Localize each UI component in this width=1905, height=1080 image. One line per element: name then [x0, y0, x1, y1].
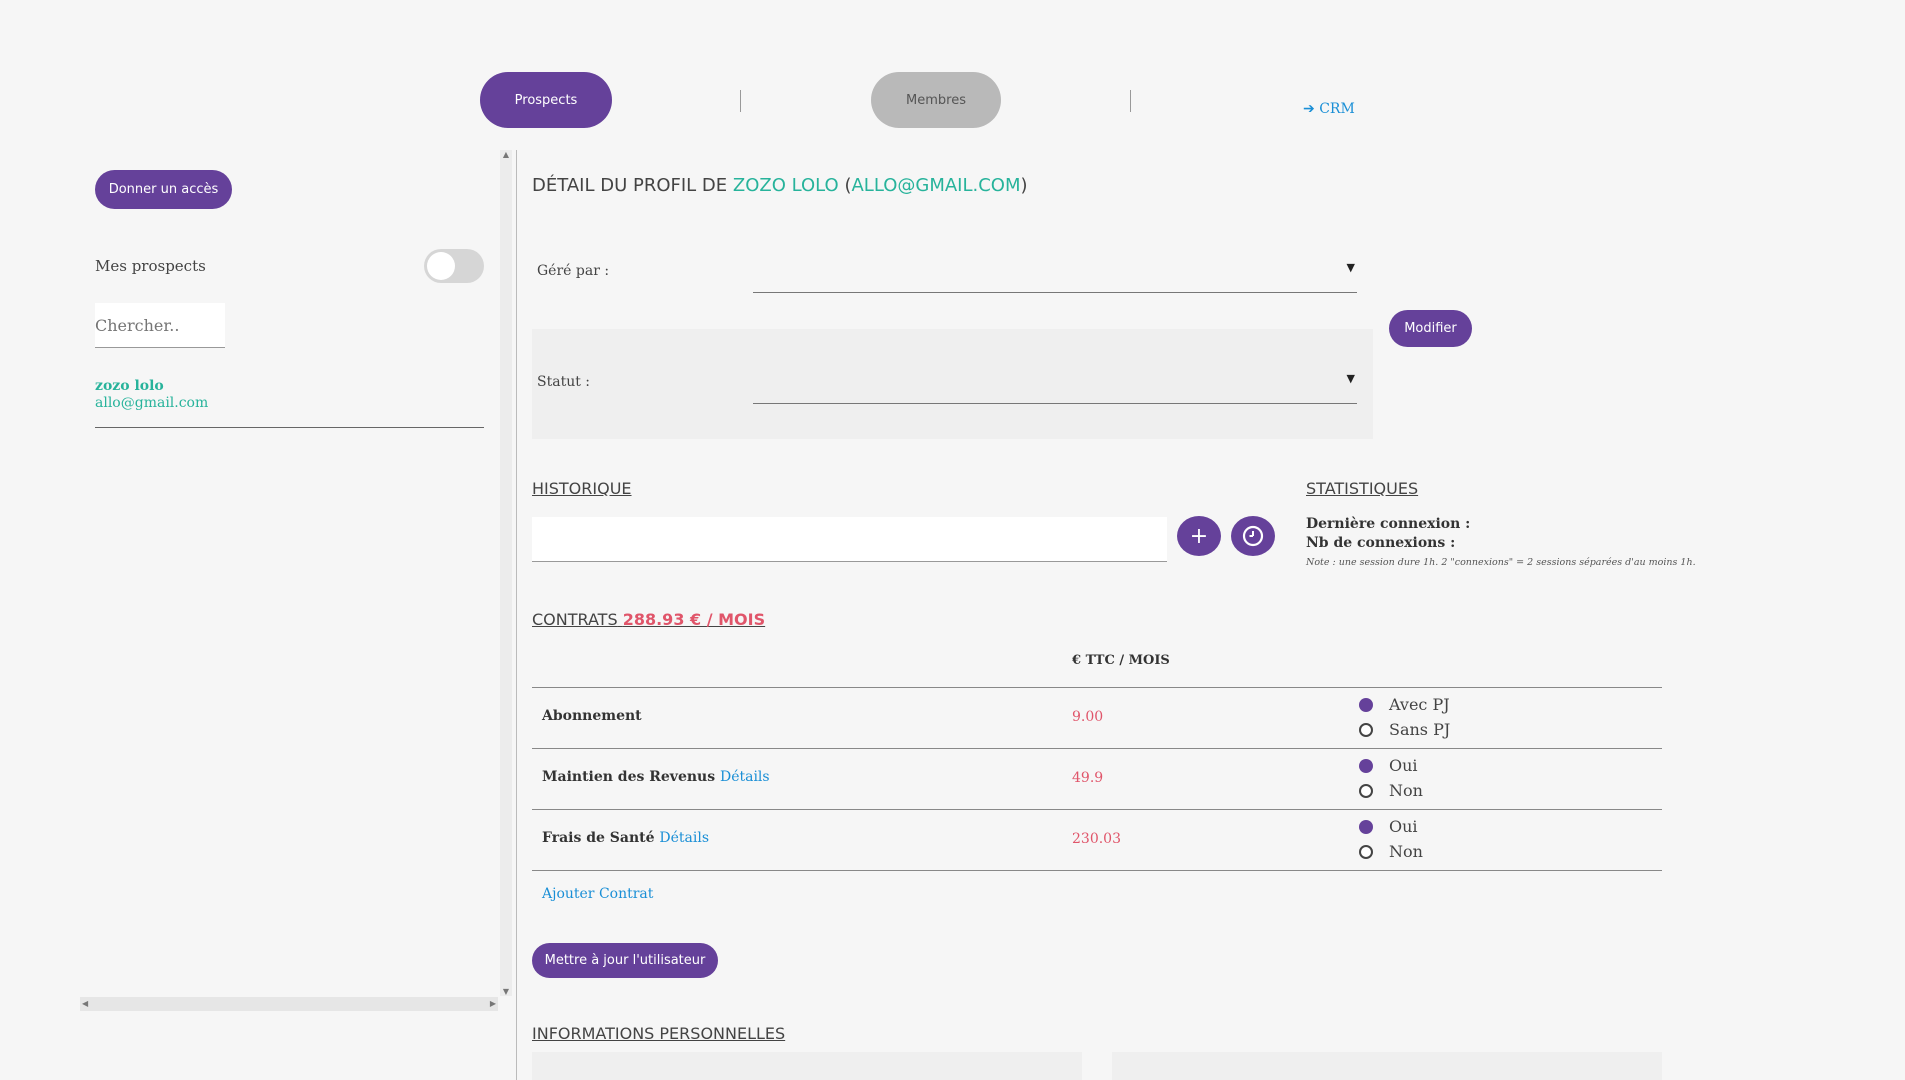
title-close-paren: )	[1020, 175, 1028, 196]
tab-membres[interactable]: Membres	[871, 72, 1001, 128]
prospect-list-item[interactable]: zozo lolo allo@gmail.com	[95, 378, 484, 428]
radio-oui[interactable]	[1359, 759, 1373, 773]
connections-note: Note : une session dure 1h. 2 "connexion…	[1306, 557, 1696, 568]
statistiques-title: STATISTIQUES	[1306, 479, 1419, 498]
status-select[interactable]: ▼	[753, 366, 1357, 404]
give-access-label: Donner un accès	[108, 182, 219, 197]
status-label: Statut :	[537, 374, 590, 390]
scroll-right-arrow[interactable]: ▶	[490, 997, 496, 1011]
profile-name: ZOZO LOLO	[732, 175, 839, 196]
contract-label-text: Frais de Santé	[542, 830, 655, 846]
radio-non[interactable]	[1359, 845, 1373, 859]
contrats-title: CONTRATS 288.93 € / MOIS	[532, 610, 765, 629]
update-user-label: Mettre à jour l'utilisateur	[544, 953, 706, 968]
search-input[interactable]	[95, 303, 225, 348]
contract-details-link[interactable]: Détails	[659, 830, 709, 846]
historique-title: HISTORIQUE	[532, 479, 632, 498]
radio-sans-pj[interactable]	[1359, 723, 1373, 737]
history-input[interactable]	[532, 517, 1167, 562]
manager-select[interactable]: ▼	[753, 255, 1357, 293]
radio-avec-pj[interactable]	[1359, 698, 1373, 712]
radio-label: Oui	[1389, 756, 1418, 775]
modify-label: Modifier	[1404, 321, 1457, 336]
contracts-table-divider	[532, 809, 1662, 810]
last-connection-label: Dernière connexion :	[1306, 516, 1471, 532]
clock-icon	[1242, 525, 1264, 547]
tab-prospects-label: Prospects	[514, 92, 578, 108]
radio-non[interactable]	[1359, 784, 1373, 798]
arrow-right-icon: ➔	[1303, 101, 1315, 117]
infos-panel-left	[532, 1052, 1082, 1080]
contrats-total: 288.93 € / MOIS	[622, 610, 766, 629]
my-prospects-toggle[interactable]	[424, 249, 484, 283]
chevron-down-icon: ▼	[1346, 372, 1355, 385]
panel-divider	[516, 150, 517, 1080]
toggle-knob	[427, 252, 455, 280]
infos-panel-right	[1112, 1052, 1662, 1080]
radio-label: Sans PJ	[1389, 720, 1451, 739]
my-prospects-label: Mes prospects	[95, 257, 206, 275]
give-access-button[interactable]: Donner un accès	[95, 170, 232, 209]
profile-email: ALLO@GMAIL.COM	[851, 175, 1021, 196]
tab-membres-label: Membres	[906, 92, 966, 108]
sidebar-horizontal-scrollbar[interactable]: ◀ ▶	[80, 997, 498, 1011]
prospect-name: zozo lolo	[95, 378, 164, 394]
contract-label: Abonnement	[542, 708, 642, 724]
tab-prospects[interactable]: Prospects	[480, 72, 612, 128]
radio-label: Non	[1389, 781, 1423, 800]
add-contract-link[interactable]: Ajouter Contrat	[542, 886, 653, 902]
scroll-up-arrow[interactable]: ▲	[500, 150, 512, 159]
chevron-down-icon: ▼	[1346, 261, 1355, 274]
sidebar-vertical-scrollbar[interactable]: ▲ ▼	[500, 150, 512, 996]
contract-details-link[interactable]: Détails	[720, 769, 770, 785]
nb-connections-label: Nb de connexions :	[1306, 535, 1456, 551]
contrats-title-label: CONTRATS	[532, 610, 618, 629]
nav-divider	[740, 90, 741, 112]
contract-value: 9.00	[1072, 709, 1104, 725]
radio-label: Oui	[1389, 817, 1418, 836]
crm-link[interactable]: ➔ CRM	[1303, 101, 1355, 117]
contract-label: Frais de Santé Détails	[542, 830, 709, 846]
contract-value: 230.03	[1072, 831, 1121, 847]
scroll-left-arrow[interactable]: ◀	[82, 997, 88, 1011]
contracts-table-divider	[532, 870, 1662, 871]
contract-label-text: Maintien des Revenus	[542, 769, 716, 785]
contracts-column-header: € TTC / MOIS	[1072, 653, 1170, 668]
contract-label: Maintien des Revenus Détails	[542, 769, 770, 785]
infos-title: INFORMATIONS PERSONNELLES	[532, 1024, 786, 1043]
radio-label: Non	[1389, 842, 1423, 861]
radio-oui[interactable]	[1359, 820, 1373, 834]
contracts-table-divider	[532, 748, 1662, 749]
prospect-email: allo@gmail.com	[95, 395, 209, 411]
crm-link-label: CRM	[1319, 101, 1355, 117]
scroll-down-arrow[interactable]: ▼	[500, 987, 512, 996]
page-title: DÉTAIL DU PROFIL DE ZOZO LOLO (ALLO@GMAI…	[532, 175, 1028, 196]
radio-label: Avec PJ	[1389, 695, 1450, 714]
page-title-prefix: DÉTAIL DU PROFIL DE	[532, 175, 728, 196]
contract-value: 49.9	[1072, 770, 1104, 786]
contracts-table-divider	[532, 687, 1662, 688]
modify-button[interactable]: Modifier	[1389, 310, 1472, 347]
manager-label: Géré par :	[537, 263, 610, 279]
nav-divider	[1130, 90, 1131, 112]
add-history-button[interactable]: +	[1177, 516, 1221, 556]
plus-icon: +	[1189, 523, 1209, 549]
update-user-button[interactable]: Mettre à jour l'utilisateur	[532, 943, 718, 978]
history-clock-button[interactable]	[1231, 516, 1275, 556]
